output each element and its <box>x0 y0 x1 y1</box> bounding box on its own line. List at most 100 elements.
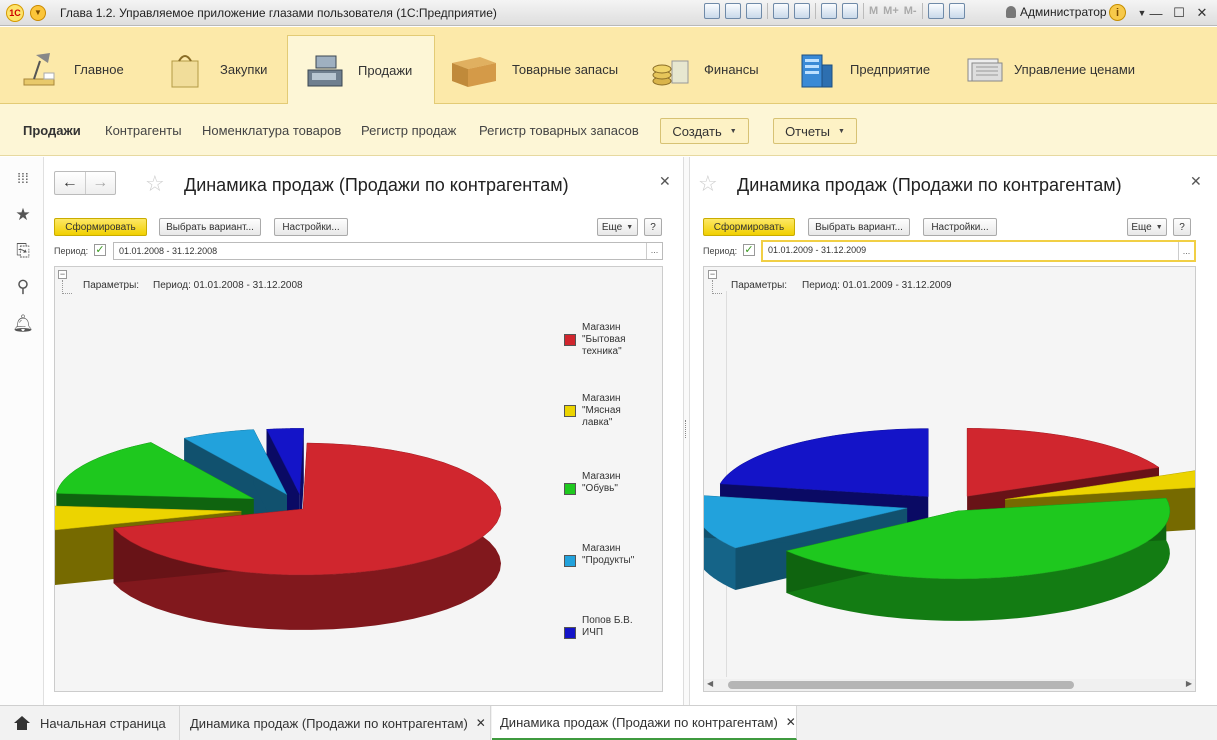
period-field[interactable]: 01.01.2008 - 31.12.2008 ... <box>113 242 663 260</box>
generate-button[interactable]: Сформировать <box>54 218 147 236</box>
reports-dropdown[interactable]: Отчеты ▼ <box>773 118 857 144</box>
close-tab-icon[interactable]: ✕ <box>476 716 486 730</box>
attach-icon[interactable] <box>794 3 810 19</box>
sections-panel: Главное Закупки Продажи Товарные запасы <box>0 27 1217 104</box>
legend-label: Магазин "Продукты" <box>582 543 635 566</box>
legend-label: Магазин "Бытовая техника" <box>582 322 626 357</box>
nav-link-products[interactable]: Номенклатура товаров <box>202 123 341 138</box>
nav-link-sales-register[interactable]: Регистр продаж <box>361 123 456 138</box>
section-label: Закупки <box>220 61 268 77</box>
create-label: Создать <box>672 123 722 139</box>
section-finance[interactable]: Финансы <box>650 35 759 103</box>
create-dropdown[interactable]: Создать ▼ <box>660 118 749 144</box>
nav-link-inventory-register[interactable]: Регистр товарных запасов <box>479 123 639 138</box>
memory-minus-button[interactable]: M- <box>904 5 917 17</box>
minimize-icon[interactable]: — <box>1147 4 1165 22</box>
pie-chart-2008 <box>55 428 502 630</box>
reports-label: Отчеты <box>785 123 830 139</box>
more-button[interactable]: Еще ▼ <box>1127 218 1167 236</box>
memory-button[interactable]: M <box>869 5 878 17</box>
price-tags-icon <box>967 58 1003 82</box>
favorite-star-icon[interactable]: ☆ <box>698 171 718 197</box>
select-period-button[interactable]: ... <box>646 243 662 259</box>
section-label: Товарные запасы <box>512 61 619 77</box>
main-menu-button[interactable]: ▼ <box>30 4 46 21</box>
user-indicator[interactable]: Администратор <box>1006 5 1107 19</box>
nav-link-counterparties[interactable]: Контрагенты <box>105 123 182 138</box>
section-enterprise[interactable]: Предприятие <box>796 35 930 103</box>
info-icon[interactable]: i <box>1109 4 1126 21</box>
maximize-icon[interactable]: ☐ <box>1170 4 1188 22</box>
legend-label: Магазин "Мясная лавка" <box>582 393 621 428</box>
more-button[interactable]: Еще ▼ <box>597 218 638 236</box>
tab-report-2008[interactable]: Динамика продаж (Продажи по контрагентам… <box>181 706 491 740</box>
section-price-management[interactable]: Управление ценами <box>966 35 1135 103</box>
scroll-thumb[interactable] <box>728 681 1074 689</box>
generate-button[interactable]: Сформировать <box>703 218 795 236</box>
window-title: Глава 1.2. Управляемое приложение глазам… <box>60 5 497 20</box>
report-panel-2009: ☆ Динамика продаж (Продажи по контрагент… <box>691 157 1217 705</box>
cash-register-icon <box>307 55 343 87</box>
scroll-right-icon[interactable]: ▶ <box>1186 679 1192 688</box>
panels-icon[interactable] <box>948 3 965 19</box>
help-button[interactable]: ? <box>644 218 662 236</box>
panel-title: Динамика продаж (Продажи по контрагентам… <box>184 175 569 195</box>
print-icon[interactable] <box>725 3 741 19</box>
close-window-icon[interactable]: ✕ <box>1193 4 1211 22</box>
left-toolbar: ⁞⁞⁞ ★ ⎘ ⚲ 🔔︎ <box>0 157 44 705</box>
legend-item: Магазин "Продукты" <box>564 543 634 567</box>
choose-variant-button[interactable]: Выбрать вариант... <box>808 218 910 236</box>
building-icon <box>801 54 833 88</box>
settings-button[interactable]: Настройки... <box>923 218 997 236</box>
home-icon <box>14 716 30 730</box>
choose-variant-button[interactable]: Выбрать вариант... <box>159 218 261 236</box>
legend-item: Магазин "Бытовая техника" <box>564 322 626 358</box>
save-icon[interactable] <box>704 3 720 19</box>
splitter-grip-icon <box>685 420 688 438</box>
tab-home[interactable]: Начальная страница <box>0 706 180 740</box>
toolbar-divider <box>921 3 923 19</box>
horizontal-scrollbar[interactable]: ◀ ▶ <box>704 679 1195 691</box>
period-checkbox[interactable]: ✓ <box>94 244 106 256</box>
tab-label: Динамика продаж (Продажи по контрагентам… <box>500 714 778 730</box>
notifications-icon[interactable]: 🔔︎ <box>12 314 34 333</box>
section-inventory[interactable]: Товарные запасы <box>450 35 618 103</box>
settings-button[interactable]: Настройки... <box>274 218 348 236</box>
chevron-down-icon: ▼ <box>626 223 634 231</box>
zoom-icon[interactable] <box>927 3 944 19</box>
preview-icon[interactable] <box>746 3 762 19</box>
memory-plus-button[interactable]: M+ <box>883 5 899 17</box>
select-period-button[interactable]: ... <box>1178 242 1194 260</box>
back-arrow-icon[interactable]: ← <box>55 172 86 194</box>
calendar-icon[interactable] <box>842 3 858 19</box>
forward-arrow-icon[interactable]: → <box>86 172 116 194</box>
toolbar-divider <box>863 3 864 19</box>
section-main[interactable]: Главное <box>20 35 124 103</box>
section-purchases[interactable]: Закупки <box>166 35 267 103</box>
close-panel-icon[interactable]: ✕ <box>659 173 671 190</box>
panel-splitter[interactable] <box>683 157 690 705</box>
panel-title: Динамика продаж (Продажи по контрагентам… <box>737 175 1122 195</box>
help-button[interactable]: ? <box>1173 218 1191 236</box>
tab-report-2009[interactable]: Динамика продаж (Продажи по контрагентам… <box>492 706 797 740</box>
calculator-icon[interactable] <box>821 3 837 19</box>
toolbar-divider <box>767 3 768 19</box>
section-label: Главное <box>74 61 124 77</box>
user-icon <box>1006 6 1016 18</box>
upload-icon[interactable] <box>773 3 789 19</box>
period-field[interactable]: 01.01.2009 - 31.12.2009 ... <box>761 240 1196 262</box>
period-checkbox[interactable]: ✓ <box>743 244 755 256</box>
history-icon[interactable]: ⎘ <box>14 241 32 260</box>
section-label: Управление ценами <box>1014 61 1136 77</box>
desk-lamp-icon <box>23 53 55 86</box>
favorite-star-icon[interactable]: ☆ <box>145 171 165 197</box>
close-panel-icon[interactable]: ✕ <box>1190 173 1202 190</box>
section-navigation: Продажи Контрагенты Номенклатура товаров… <box>0 104 1217 156</box>
search-icon[interactable]: ⚲ <box>14 277 32 296</box>
scroll-left-icon[interactable]: ◀ <box>707 679 713 688</box>
favorites-icon[interactable]: ★ <box>14 205 32 224</box>
section-sales[interactable]: Продажи <box>287 35 435 104</box>
all-functions-icon[interactable]: ⁞⁞⁞ <box>14 169 32 187</box>
close-tab-icon[interactable]: ✕ <box>786 715 796 729</box>
legend-swatch <box>564 483 576 495</box>
